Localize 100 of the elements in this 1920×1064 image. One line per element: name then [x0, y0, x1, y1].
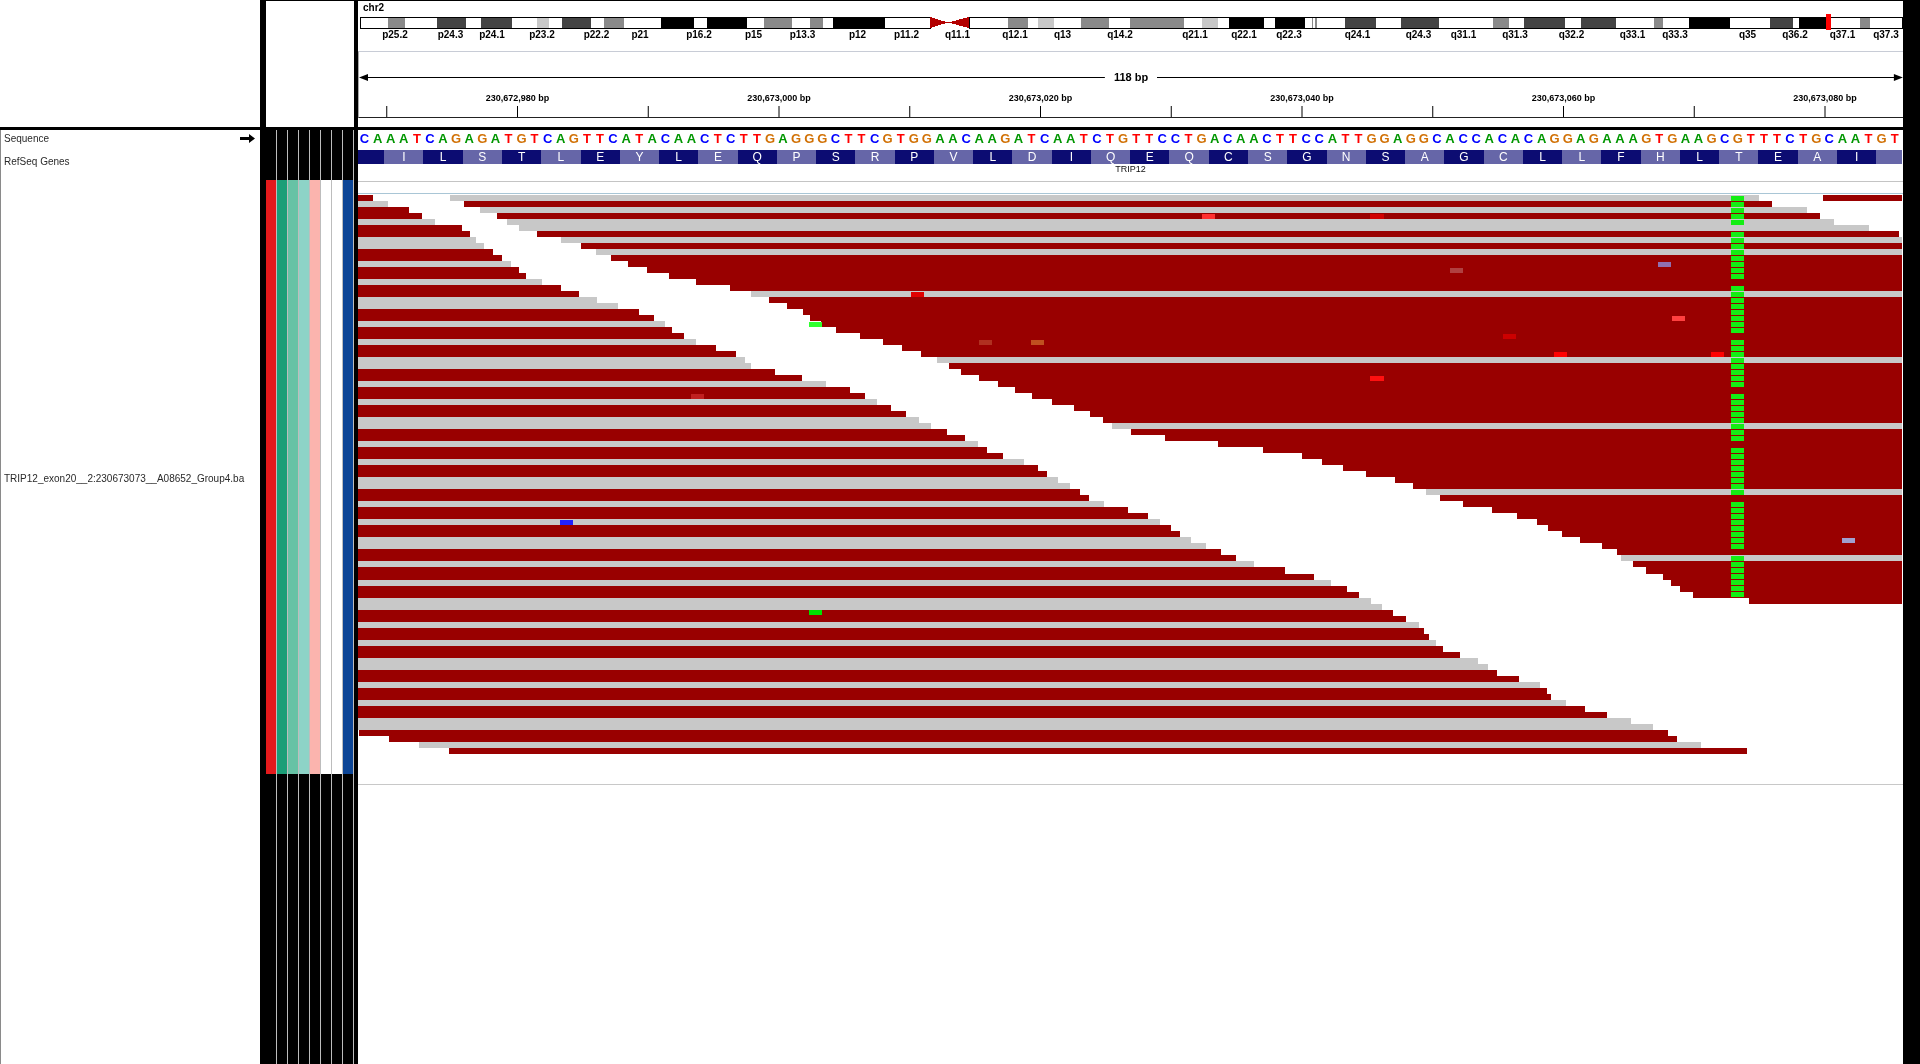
base-letter: C [830, 131, 841, 146]
amino-acid-cell: V [933, 150, 974, 164]
base-letter: C [1262, 131, 1272, 146]
base-letter: A [1693, 131, 1704, 146]
band-label: p25.2 [382, 29, 408, 40]
base-letter: T [844, 131, 853, 146]
base-letter: G [1366, 131, 1377, 146]
base-letter: C [1824, 131, 1834, 146]
chromosome-ideogram[interactable] [359, 14, 1903, 30]
band-label: p15 [744, 29, 763, 40]
base-letter: G [1562, 131, 1573, 146]
band-label: q13 [1053, 29, 1072, 40]
base-letter: T [595, 131, 604, 146]
track-name[interactable]: TRIP12_exon20__2:230673073__A08652_Group4.ba [4, 473, 245, 485]
base-letter: G [1418, 131, 1429, 146]
band-label: q12.1 [1002, 29, 1028, 40]
base-letter: C [1301, 131, 1311, 146]
base-letter: C [660, 131, 671, 146]
base-letter: A [673, 131, 684, 146]
base-letter: A [948, 131, 958, 146]
base-letter: C [699, 131, 710, 146]
track-name[interactable]: RefSeq Genes [4, 156, 70, 168]
base-letter: A [1013, 131, 1024, 146]
base-letter: G [882, 131, 893, 146]
base-letter: G [791, 131, 802, 146]
base-letter: C [1471, 131, 1481, 146]
amino-acid-cell: R [855, 150, 895, 164]
band-label: p13.3 [789, 29, 816, 40]
amino-acid-cell: A [1405, 150, 1445, 164]
amino-acid-cell: H [1640, 150, 1680, 164]
base-letter: T [1799, 131, 1808, 146]
amino-acid-cell: Q [1090, 150, 1131, 164]
base-letter: A [386, 131, 396, 146]
amino-acid-cell: L [1522, 150, 1563, 164]
base-letter: T [1079, 131, 1088, 146]
amino-acid-cell: E [1758, 150, 1798, 164]
base-letter: T [1746, 131, 1755, 146]
base-letter: A [1066, 131, 1076, 146]
amino-acid-cell: S [816, 150, 856, 164]
amino-acid-cell: G [1444, 150, 1484, 164]
track-name[interactable]: Sequence [4, 132, 50, 145]
base-letter: T [713, 131, 722, 146]
base-letter: C [1314, 131, 1324, 146]
base-letter: C [1458, 131, 1468, 146]
base-letter: A [1327, 131, 1337, 146]
base-letter: A [438, 131, 448, 146]
base-letter: G [1667, 131, 1678, 146]
base-letter: T [752, 131, 761, 146]
base-letter: A [1628, 131, 1638, 146]
base-letter: A [1209, 131, 1220, 146]
band-label: q11.1 [945, 29, 970, 40]
base-letter: A [490, 131, 500, 146]
base-letter: A [1484, 131, 1494, 146]
amino-acid-cell: I [384, 150, 424, 164]
base-letter: A [1236, 131, 1246, 146]
amino-acid-cell: L [541, 150, 581, 164]
base-letter: A [556, 131, 566, 146]
base-letter: T [1289, 131, 1298, 146]
base-letter: A [686, 131, 697, 146]
base-letter: C [961, 131, 971, 146]
amino-acid-cell: Q [737, 150, 777, 164]
amino-acid-cell: I [1837, 150, 1877, 164]
base-letter: T [1145, 131, 1154, 146]
base-letter: G [908, 131, 919, 146]
band-label: q24.3 [1405, 29, 1432, 40]
base-letter: A [464, 131, 474, 146]
base-letter: C [608, 131, 618, 146]
base-letter: G [1196, 131, 1207, 146]
base-letter: A [974, 131, 984, 146]
base-letter: A [621, 131, 631, 146]
arrow-right-icon[interactable] [240, 134, 255, 143]
base-letter: T [1354, 131, 1363, 146]
base-letter: T [1759, 131, 1768, 146]
base-letter: A [1510, 131, 1521, 146]
amino-acid-cell: T [1719, 150, 1759, 164]
amino-acid-cell: S [1365, 150, 1406, 164]
amino-acid-cell: P [776, 150, 817, 164]
band-label: q37.3 [1873, 29, 1899, 40]
ruler-tick-label: 230,673,060 bp [1531, 93, 1596, 103]
partial-codon-cell [358, 150, 385, 164]
base-letter: A [987, 131, 997, 146]
band-label: q35 [1738, 29, 1757, 40]
base-letter: T [1655, 131, 1664, 146]
base-letter: T [1276, 131, 1284, 146]
ruler-tick-label: 230,673,040 bp [1270, 93, 1334, 103]
base-letter: T [739, 131, 748, 146]
base-letter: G [1641, 131, 1652, 146]
base-letter: T [530, 131, 539, 146]
base-letter: G [1549, 131, 1560, 146]
base-letter: A [935, 131, 945, 146]
base-letter: T [857, 131, 866, 146]
base-letter: T [582, 131, 591, 146]
amino-acid-cell: L [659, 150, 699, 164]
amino-acid-cell: T [501, 150, 542, 164]
amino-acid-cell: E [580, 150, 620, 164]
base-letter: A [1602, 131, 1612, 146]
base-letter: A [1053, 131, 1063, 146]
base-letter: C [1039, 131, 1050, 146]
base-letter: C [1785, 131, 1795, 146]
amino-acid-cell: E [1130, 150, 1170, 164]
